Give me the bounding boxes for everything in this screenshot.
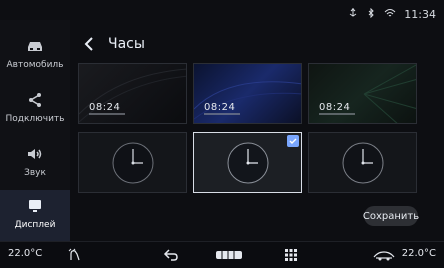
- analog-clock-icon: [112, 142, 154, 184]
- page-header: Часы: [80, 32, 145, 56]
- sidebar-item-label: Подключить: [5, 114, 65, 124]
- apps-grid-icon[interactable]: [282, 248, 300, 262]
- digital-time: 08:24: [89, 102, 121, 113]
- digital-time: 08:24: [319, 102, 351, 113]
- temperature-right[interactable]: 22.0°C: [402, 248, 436, 259]
- sidebar-item-label: Звук: [24, 168, 46, 178]
- status-time: 11:34: [404, 8, 436, 21]
- analog-clock-icon: [342, 142, 384, 184]
- date-bar: [319, 113, 355, 115]
- display-icon: [25, 196, 45, 216]
- texture-pattern: [79, 68, 186, 123]
- save-button[interactable]: Сохранить: [363, 206, 419, 226]
- bluetooth-icon: [366, 7, 376, 21]
- sidebar-item-label: Автомобиль: [6, 60, 64, 70]
- date-bar: [89, 113, 125, 115]
- analog-clock-icon: [227, 142, 269, 184]
- status-icons: 11:34: [348, 7, 436, 21]
- wifi-icon: [384, 8, 396, 21]
- app-screen: 11:34 Автомобиль Подключить Звук Дисплей…: [0, 0, 444, 268]
- clock-style-card-selected[interactable]: [193, 132, 302, 193]
- page-title: Часы: [108, 36, 145, 52]
- share-icon: [25, 90, 45, 110]
- sidebar-item-display[interactable]: Дисплей: [0, 190, 70, 242]
- digital-time: 08:24: [204, 102, 236, 113]
- clock-style-card[interactable]: [78, 132, 187, 193]
- clock-style-card[interactable]: 08:24: [193, 63, 302, 124]
- temperature-left[interactable]: 22.0°C: [8, 248, 42, 259]
- back-arrow-icon[interactable]: [162, 248, 180, 262]
- rays-pattern: [363, 64, 416, 123]
- clock-style-card[interactable]: [308, 132, 417, 193]
- selected-check-icon: [287, 135, 299, 147]
- sidebar-item-vehicle[interactable]: Автомобиль: [0, 30, 70, 82]
- sidebar: Автомобиль Подключить Звук Дисплей: [0, 20, 70, 242]
- sound-icon: [25, 144, 45, 164]
- clock-style-card[interactable]: 08:24: [78, 63, 187, 124]
- usb-icon: [348, 8, 358, 21]
- clock-style-card[interactable]: 08:24: [308, 63, 417, 124]
- grille-icon[interactable]: [214, 248, 244, 262]
- back-button[interactable]: [80, 35, 98, 53]
- date-bar: [204, 113, 240, 115]
- chevron-left-icon: [84, 37, 93, 51]
- car-airflow-icon[interactable]: [372, 248, 396, 262]
- sidebar-item-label: Дисплей: [14, 220, 56, 230]
- sidebar-item-sound[interactable]: Звук: [0, 138, 70, 190]
- bottom-bar: 22.0°C 22.0°C: [0, 241, 444, 268]
- car-icon: [25, 36, 45, 56]
- clock-style-grid: 08:24 08:24 08:24: [78, 63, 418, 193]
- wave-pattern: [194, 81, 301, 120]
- sidebar-item-connect[interactable]: Подключить: [0, 84, 70, 136]
- seat-heat-icon[interactable]: [66, 248, 84, 262]
